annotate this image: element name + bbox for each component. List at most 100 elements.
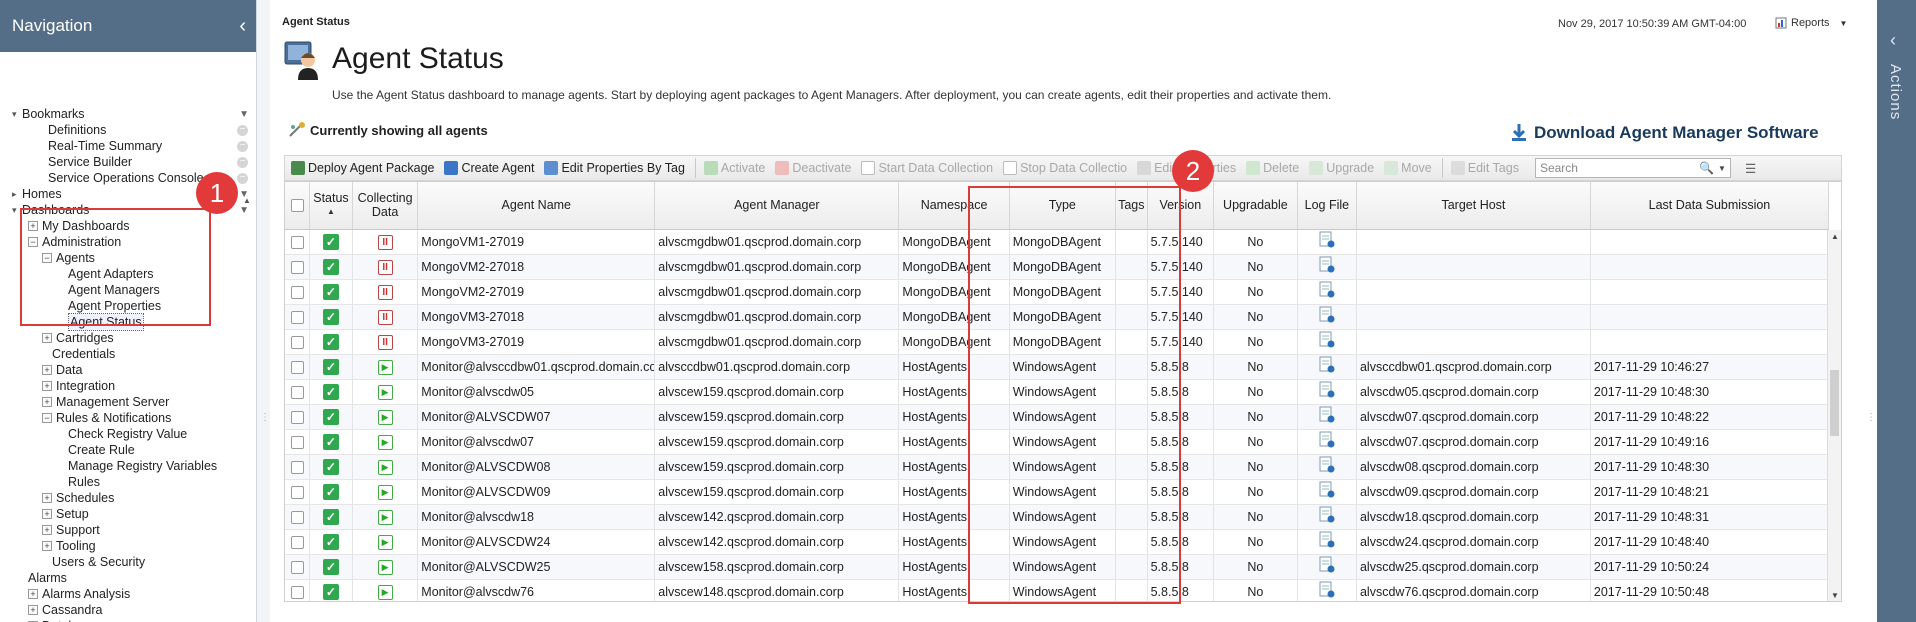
delete-button[interactable]: Delete xyxy=(1246,161,1299,175)
collapse-navigation-icon[interactable]: ‹ xyxy=(239,15,246,38)
play-icon[interactable]: ▶ xyxy=(377,534,393,550)
create-agent-button[interactable]: Create Agent xyxy=(444,161,534,175)
column-header-target-host[interactable]: Target Host xyxy=(1356,182,1591,230)
nav-item-integration[interactable]: + Integration xyxy=(42,378,115,394)
left-splitter[interactable]: ⋮ xyxy=(257,0,270,622)
edit-properties-by-tag-button[interactable]: Edit Properties By Tag xyxy=(544,161,685,175)
scrollbar-thumb[interactable] xyxy=(1830,370,1839,436)
log-file-cell[interactable] xyxy=(1297,429,1357,455)
log-file-cell[interactable] xyxy=(1297,404,1357,430)
log-file-cell[interactable] xyxy=(1297,504,1357,530)
log-file-icon[interactable] xyxy=(1319,331,1335,349)
checkbox[interactable] xyxy=(290,460,304,474)
play-icon[interactable]: ▶ xyxy=(377,384,393,400)
column-header-log-file[interactable]: Log File xyxy=(1297,182,1357,230)
row-checkbox[interactable] xyxy=(285,479,311,505)
log-file-icon[interactable] xyxy=(1319,456,1335,474)
play-icon[interactable]: ▶ xyxy=(377,509,393,525)
expand-icon[interactable]: + xyxy=(42,333,52,343)
log-file-icon[interactable] xyxy=(1319,381,1335,399)
checkbox[interactable] xyxy=(290,235,304,249)
edit-tags-button[interactable]: Edit Tags xyxy=(1450,161,1519,175)
log-file-icon[interactable] xyxy=(1319,356,1335,374)
play-icon[interactable]: ▶ xyxy=(377,359,393,375)
expand-icon[interactable]: + xyxy=(42,397,52,407)
remove-bookmark-icon[interactable]: − xyxy=(237,173,248,184)
checkbox[interactable] xyxy=(290,510,304,524)
play-icon[interactable]: ▶ xyxy=(377,459,393,475)
row-checkbox[interactable] xyxy=(285,504,311,530)
nav-item-setup[interactable]: + Setup xyxy=(42,506,89,522)
checkbox[interactable] xyxy=(290,260,304,274)
collapse-icon[interactable]: − xyxy=(42,413,52,423)
column-header-agent-manager[interactable]: Agent Manager xyxy=(654,182,900,230)
row-checkbox[interactable] xyxy=(285,429,311,455)
nav-scroll-up-icon[interactable]: ▲ xyxy=(243,196,253,208)
nav-item-manage-registry-variables[interactable]: Manage Registry Variables xyxy=(68,458,217,474)
column-header-agent-name[interactable]: Agent Name xyxy=(417,182,656,230)
log-file-cell[interactable] xyxy=(1297,529,1357,555)
column-header-status[interactable]: Status ▲ xyxy=(309,182,353,230)
log-file-cell[interactable] xyxy=(1297,329,1357,355)
expand-actions-icon[interactable]: ‹ xyxy=(1890,30,1896,51)
log-file-cell[interactable] xyxy=(1297,254,1357,280)
move-button[interactable]: Move xyxy=(1384,161,1432,175)
row-checkbox[interactable] xyxy=(285,304,311,330)
deactivate-button[interactable]: Deactivate xyxy=(775,161,851,175)
expand-icon[interactable]: + xyxy=(42,493,52,503)
search-icon[interactable]: 🔍 xyxy=(1699,161,1714,175)
expand-icon[interactable]: + xyxy=(28,589,38,599)
checkbox[interactable] xyxy=(290,285,304,299)
expand-icon[interactable]: + xyxy=(42,525,52,535)
nav-item-rules-notifications[interactable]: − Rules & Notifications xyxy=(42,410,171,426)
nav-item-homes[interactable]: ▸ Homes xyxy=(12,186,62,202)
pause-icon[interactable]: II xyxy=(377,334,393,350)
row-checkbox[interactable] xyxy=(285,229,311,255)
nav-item-alarms-analysis[interactable]: + Alarms Analysis xyxy=(28,586,130,602)
row-checkbox[interactable] xyxy=(285,579,311,601)
log-file-cell[interactable] xyxy=(1297,229,1357,255)
checkbox[interactable] xyxy=(290,435,304,449)
checkbox[interactable] xyxy=(290,410,304,424)
play-icon[interactable]: ▶ xyxy=(377,409,393,425)
log-file-icon[interactable] xyxy=(1319,256,1335,274)
log-file-cell[interactable] xyxy=(1297,554,1357,580)
remove-bookmark-icon[interactable]: − xyxy=(237,157,248,168)
log-file-cell[interactable] xyxy=(1297,479,1357,505)
pause-icon[interactable]: II xyxy=(377,234,393,250)
nav-item-cartridges[interactable]: + Cartridges xyxy=(42,330,114,346)
expand-icon[interactable]: + xyxy=(42,509,52,519)
nav-item-schedules[interactable]: + Schedules xyxy=(42,490,114,506)
expand-icon[interactable]: + xyxy=(28,605,38,615)
play-icon[interactable]: ▶ xyxy=(377,559,393,575)
nav-item-bookmarks[interactable]: ▾ Bookmarks xyxy=(12,106,85,122)
nav-item-rules[interactable]: Rules xyxy=(68,474,100,490)
row-checkbox[interactable] xyxy=(285,454,311,480)
log-file-icon[interactable] xyxy=(1319,531,1335,549)
nav-item-tooling[interactable]: + Tooling xyxy=(42,538,96,554)
pause-icon[interactable]: II xyxy=(377,284,393,300)
upgrade-button[interactable]: Upgrade xyxy=(1309,161,1374,175)
right-splitter[interactable]: ⋮ xyxy=(1858,0,1877,622)
nav-item-service-builder[interactable]: Service Builder xyxy=(48,154,132,170)
checkbox[interactable] xyxy=(290,485,304,499)
column-chooser-icon[interactable]: ☰ xyxy=(1745,161,1756,176)
select-all-checkbox[interactable] xyxy=(285,182,311,230)
checkbox[interactable] xyxy=(290,199,304,213)
search-input[interactable]: Search 🔍 ▼ xyxy=(1534,158,1731,178)
deploy-agent-package-button[interactable]: Deploy Agent Package xyxy=(291,161,434,175)
column-header-upgradable[interactable]: Upgradable xyxy=(1213,182,1298,230)
log-file-cell[interactable] xyxy=(1297,379,1357,405)
nav-item-users-security[interactable]: Users & Security xyxy=(52,554,145,570)
row-checkbox[interactable] xyxy=(285,354,311,380)
nav-item-support[interactable]: + Support xyxy=(42,522,100,538)
log-file-icon[interactable] xyxy=(1319,556,1335,574)
log-file-icon[interactable] xyxy=(1319,406,1335,424)
nav-item-alarms[interactable]: Alarms xyxy=(28,570,67,586)
nav-item-real-time-summary[interactable]: Real-Time Summary xyxy=(48,138,162,154)
nav-item-databases[interactable]: −Databases xyxy=(28,618,102,622)
nav-item-data[interactable]: + Data xyxy=(42,362,82,378)
row-checkbox[interactable] xyxy=(285,379,311,405)
row-checkbox[interactable] xyxy=(285,329,311,355)
expand-icon[interactable]: + xyxy=(42,381,52,391)
